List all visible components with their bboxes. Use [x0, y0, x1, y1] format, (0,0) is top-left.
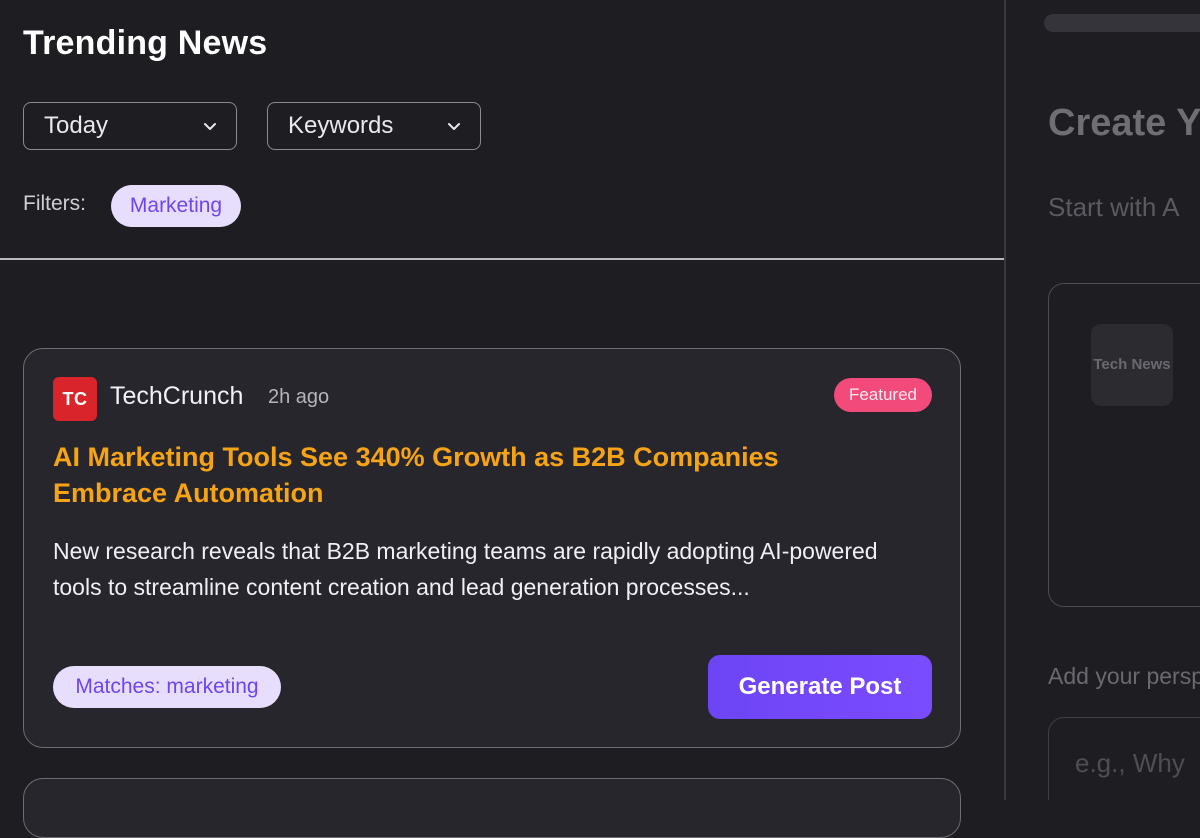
news-card: TC TechCrunch 2h ago Featured AI Marketi…: [23, 348, 961, 748]
article-headline[interactable]: AI Marketing Tools See 340% Growth as B2…: [53, 439, 873, 511]
generate-post-button[interactable]: Generate Post: [708, 655, 932, 719]
tech-news-logo: Tech News: [1091, 324, 1173, 406]
create-panel-subtitle: Start with A: [1048, 192, 1180, 222]
published-time: 2h ago: [268, 386, 330, 408]
create-post-panel: Create Y Start with A Tech News Add your…: [1004, 0, 1200, 800]
time-range-dropdown[interactable]: Today: [23, 102, 237, 150]
create-panel-title: Create Y: [1048, 102, 1200, 144]
time-range-value: Today: [44, 112, 109, 139]
keywords-dropdown[interactable]: Keywords: [267, 102, 481, 150]
filter-chip-marketing[interactable]: Marketing: [111, 185, 241, 227]
keyword-match-chip: Matches: marketing: [53, 666, 281, 708]
filters-label: Filters:: [23, 192, 86, 215]
chevron-down-icon: [448, 123, 460, 130]
news-panel: Trending News Today Keywords Filters: Ma…: [0, 0, 1004, 838]
article-summary: New research reveals that B2B marketing …: [53, 538, 878, 600]
chevron-down-icon: [204, 123, 216, 130]
section-divider: [0, 258, 1004, 260]
perspective-label: Add your persp: [1048, 663, 1200, 689]
progress-bar: [1044, 14, 1200, 32]
page-title: Trending News: [23, 24, 268, 62]
source-logo: TC: [53, 377, 97, 421]
news-card-next: [23, 778, 961, 838]
perspective-input[interactable]: e.g., Why: [1048, 717, 1200, 800]
featured-badge: Featured: [833, 378, 932, 412]
source-preview-box: Tech News: [1048, 283, 1200, 607]
keywords-value: Keywords: [288, 112, 394, 139]
source-name: TechCrunch: [110, 382, 244, 410]
